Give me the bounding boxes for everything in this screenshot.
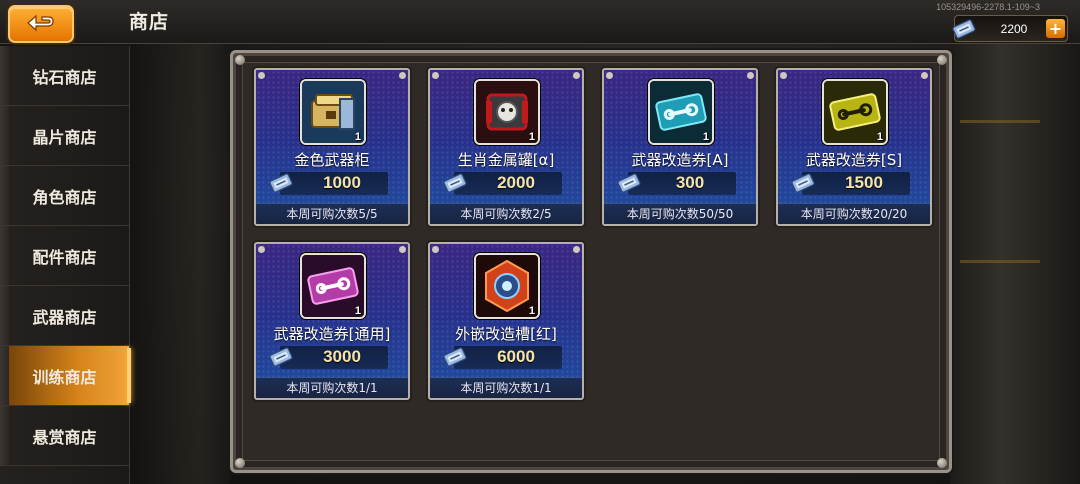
shop-item-card[interactable]: 1 武器改造券[A] 300 本周可购次数50/50: [602, 68, 758, 226]
sidebar-item-chip-shop[interactable]: 晶片商店: [0, 106, 129, 166]
card-rivet: [573, 246, 580, 253]
item-icon-frame: 1: [822, 79, 888, 145]
item-price: 6000: [497, 347, 535, 366]
item-name: 金色武器柜: [294, 151, 370, 169]
item-price: 1000: [323, 173, 361, 192]
card-rivet: [399, 246, 406, 253]
training-ticket-price-icon: [791, 173, 815, 193]
training-ticket-price-icon: [269, 347, 293, 367]
sidebar-item-character-shop[interactable]: 角色商店: [0, 166, 129, 226]
training-ticket-currency-icon: [952, 19, 976, 39]
item-name: 武器改造券[A]: [631, 151, 729, 169]
sidebar-item-weapon-shop[interactable]: 武器商店: [0, 286, 129, 346]
training-ticket-price-icon: [443, 173, 467, 193]
sidebar-item-label: 武器商店: [32, 307, 97, 327]
card-rivet: [606, 72, 613, 79]
version-text: 105329496-2278.1-109~3: [936, 2, 1040, 12]
purchase-limit: 本周可购次数50/50: [604, 203, 756, 224]
panel-bolt: [937, 458, 947, 468]
training-ticket-price-icon: [269, 173, 293, 193]
panel-bolt: [937, 55, 947, 65]
purchase-limit: 本周可购次数5/5: [256, 203, 408, 224]
sidebar-item-training-shop[interactable]: 训练商店: [0, 346, 131, 406]
card-rivet: [258, 72, 265, 79]
sidebar-item-label: 配件商店: [32, 247, 97, 267]
item-quantity: 1: [528, 131, 535, 143]
item-name: 武器改造券[S]: [805, 151, 903, 169]
sidebar-item-parts-shop[interactable]: 配件商店: [0, 226, 129, 286]
background-stripe: [960, 260, 1040, 263]
purchase-limit: 本周可购次数1/1: [430, 377, 582, 398]
card-rivet: [399, 72, 406, 79]
card-rivet: [432, 246, 439, 253]
sidebar-item-label: 训练商店: [32, 367, 97, 387]
top-bar: 商店 105329496-2278.1-109~3 2200 +: [0, 0, 1080, 44]
item-price: 1500: [845, 173, 883, 192]
sidebar-item-label: 晶片商店: [32, 127, 97, 147]
back-arrow-icon: [27, 14, 54, 32]
shop-item-card[interactable]: 1 外嵌改造槽[红] 6000 本周可购次数1/1: [428, 242, 584, 400]
panel-bolt: [235, 458, 245, 468]
item-name: 外嵌改造槽[红]: [455, 325, 557, 343]
shop-panel: 1 金色武器柜 1000 本周可购次数5/5 1 生肖金属罐[α] 2000 本…: [230, 50, 952, 473]
shop-item-card[interactable]: 1 武器改造券[S] 1500 本周可购次数20/20: [776, 68, 932, 226]
sidebar-item-label: 角色商店: [32, 187, 97, 207]
item-quantity: 1: [528, 305, 535, 317]
background-wall-right: [950, 40, 1080, 484]
shop-item-card[interactable]: 1 金色武器柜 1000 本周可购次数5/5: [254, 68, 410, 226]
background-wall-left: [130, 40, 230, 484]
item-icon-frame: 1: [474, 79, 540, 145]
sidebar-item-diamond-shop[interactable]: 钻石商店: [0, 46, 129, 106]
card-rivet: [258, 246, 265, 253]
sidebar-item-label: 悬赏商店: [32, 427, 97, 447]
card-rivet: [780, 72, 787, 79]
item-price: 2000: [497, 173, 535, 192]
item-name: 武器改造券[通用]: [273, 325, 391, 343]
item-icon-frame: 1: [648, 79, 714, 145]
currency-display: 2200 +: [952, 15, 1068, 42]
training-ticket-price-icon: [617, 173, 641, 193]
back-button[interactable]: [8, 5, 74, 43]
card-rivet: [747, 72, 754, 79]
item-icon-frame: 1: [300, 79, 366, 145]
page-title: 商店: [129, 11, 170, 33]
item-name: 生肖金属罐[α]: [457, 151, 555, 169]
panel-bolt: [235, 55, 245, 65]
item-price: 300: [675, 173, 705, 192]
purchase-limit: 本周可购次数2/5: [430, 203, 582, 224]
item-icon-frame: 1: [474, 253, 540, 319]
sidebar-item-label: 钻石商店: [32, 67, 97, 87]
item-icon-frame: 1: [300, 253, 366, 319]
purchase-limit: 本周可购次数20/20: [778, 203, 930, 224]
shop-category-sidebar: 钻石商店 晶片商店 角色商店 配件商店 武器商店 训练商店 悬赏商店: [0, 46, 131, 484]
item-quantity: 1: [354, 305, 361, 317]
item-quantity: 1: [354, 131, 361, 143]
card-rivet: [573, 72, 580, 79]
shop-item-card[interactable]: 1 生肖金属罐[α] 2000 本周可购次数2/5: [428, 68, 584, 226]
item-quantity: 1: [702, 131, 709, 143]
item-quantity: 1: [876, 131, 883, 143]
currency-value: 2200: [1000, 21, 1028, 36]
shop-item-card[interactable]: 1 武器改造券[通用] 3000 本周可购次数1/1: [254, 242, 410, 400]
add-currency-button[interactable]: +: [1046, 19, 1065, 38]
sidebar-item-bounty-shop[interactable]: 悬赏商店: [0, 406, 129, 466]
card-rivet: [921, 72, 928, 79]
background-stripe: [960, 120, 1040, 123]
card-rivet: [432, 72, 439, 79]
purchase-limit: 本周可购次数1/1: [256, 377, 408, 398]
training-ticket-price-icon: [443, 347, 467, 367]
item-price: 3000: [323, 347, 361, 366]
